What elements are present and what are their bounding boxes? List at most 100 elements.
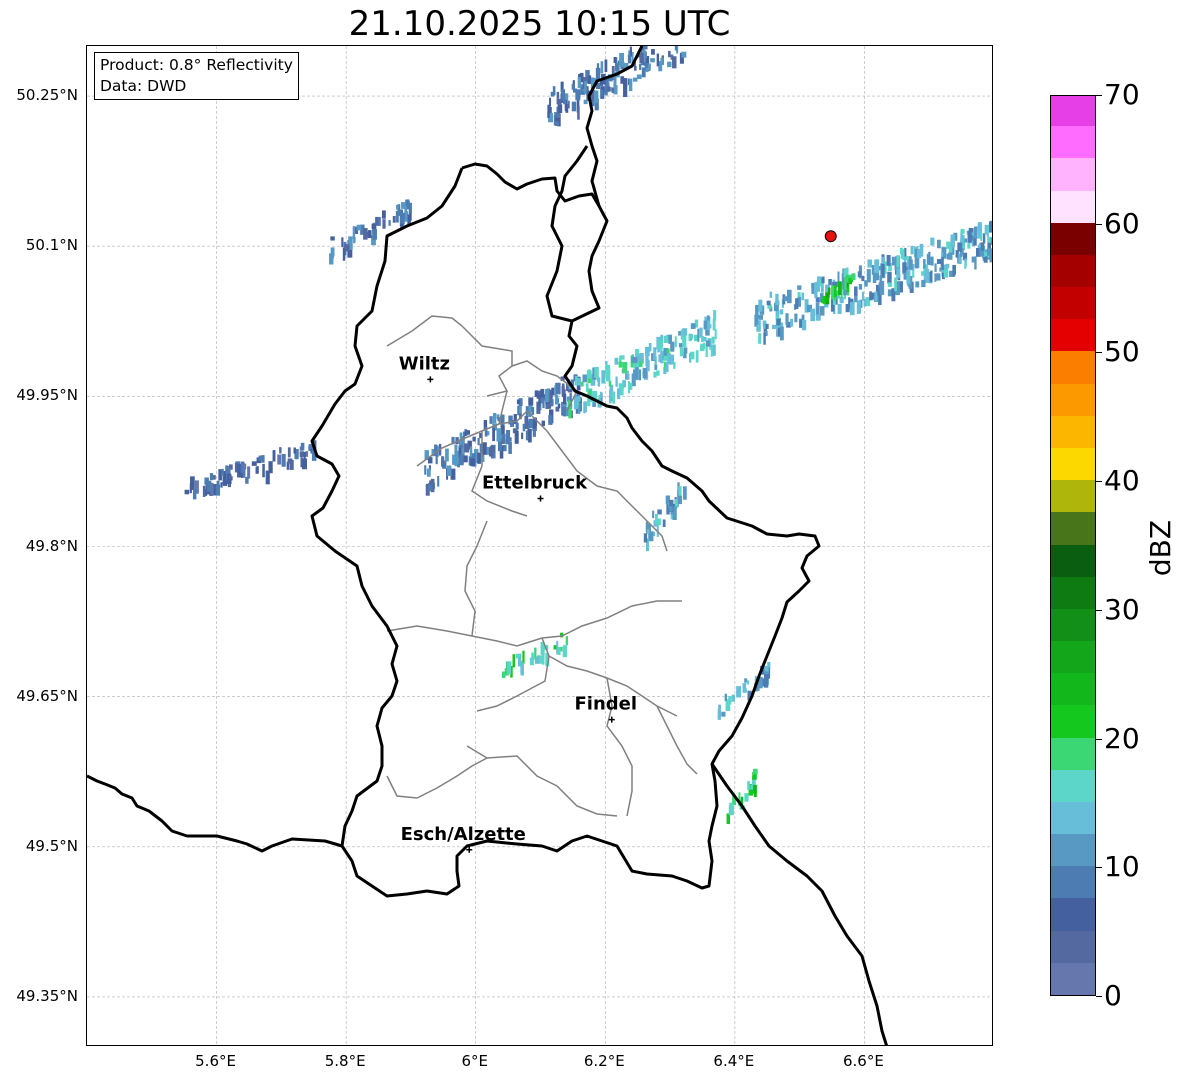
echo-cell (813, 282, 818, 296)
echo-cell (652, 510, 655, 519)
colorbar-segment (1051, 608, 1095, 642)
echo-cell (606, 86, 611, 92)
echo-cell (926, 253, 930, 265)
echo-cell (945, 263, 950, 268)
echo-cell (587, 378, 592, 384)
echo-cell (571, 101, 577, 112)
echo-cell (708, 324, 712, 329)
echo-cell (936, 259, 942, 264)
echo-cell (586, 370, 592, 380)
colorbar-unit-label: dBZ (1144, 519, 1177, 577)
echo-cell (700, 343, 705, 352)
echo-cluster (329, 199, 412, 265)
colorbar-tick-label: 30 (1104, 592, 1140, 626)
echo-cell (247, 466, 251, 479)
colorbar-segment (1051, 801, 1095, 835)
echo-cell (950, 234, 955, 248)
echo-cell (721, 711, 726, 717)
colorbar-segment (1051, 962, 1095, 995)
colorbar-tick (1096, 223, 1102, 225)
echo-cell (815, 302, 820, 316)
echo-cell (801, 292, 805, 301)
city-label: Ettelbruck (482, 472, 588, 493)
echo-cell (277, 454, 282, 465)
echo-cell (718, 705, 722, 717)
echo-cell (563, 99, 567, 105)
radar-site-marker (824, 230, 837, 243)
colorbar-segment (1051, 897, 1095, 931)
echo-cell (674, 336, 677, 348)
echo-cell (682, 328, 688, 336)
echo-cell (456, 450, 459, 462)
echo-cell (647, 529, 650, 534)
colorbar-tick (1096, 738, 1102, 740)
colorbar-tick (1096, 352, 1102, 354)
echo-cell (344, 244, 350, 252)
echo-cell (492, 427, 495, 442)
echo-cell (353, 236, 356, 244)
echo-cell (724, 693, 727, 702)
echo-cell (492, 412, 497, 424)
echo-cell (857, 271, 861, 277)
echo-cell (470, 458, 476, 467)
colorbar-segment (1051, 125, 1095, 159)
echo-cell (643, 46, 648, 50)
echo-cell (930, 237, 935, 246)
echo-cell (948, 252, 953, 260)
echo-cell (540, 397, 545, 404)
canton-boundary (386, 757, 488, 799)
echo-cell (758, 315, 764, 320)
echo-cell (690, 323, 696, 329)
germany-border-north (545, 145, 589, 323)
echo-cell (939, 267, 942, 272)
echo-cell (587, 398, 591, 407)
echo-cell (534, 656, 540, 664)
echo-cell (820, 298, 824, 303)
colorbar-segment (1051, 415, 1095, 448)
echo-cell (660, 351, 664, 364)
echo-cell (845, 304, 850, 313)
echo-cell (184, 489, 190, 495)
echo-cell (633, 66, 637, 71)
echo-cell (667, 61, 672, 68)
echo-cell (910, 245, 914, 255)
echo-cell (695, 350, 699, 363)
radar-map[interactable]: Wiltz Ettelbruck Findel Esch/Alzette (86, 45, 993, 1046)
echo-cell (775, 300, 780, 305)
echo-cell (547, 104, 550, 118)
echo-cell (555, 382, 561, 395)
echo-cell (831, 285, 834, 300)
echo-cell (538, 394, 541, 407)
echo-cell (505, 433, 510, 445)
colorbar-segment (1051, 769, 1095, 802)
echo-cluster (643, 482, 687, 551)
colorbar-tick-label: 0 (1104, 979, 1122, 1012)
echo-cell (262, 463, 265, 478)
echo-cell (287, 447, 291, 458)
echo-cell (464, 443, 470, 453)
echo-cell (472, 436, 476, 442)
echo-cell (921, 279, 926, 288)
echo-cell (202, 485, 206, 497)
echo-cell (399, 209, 404, 224)
echo-cell (682, 486, 687, 500)
echo-cell (258, 455, 264, 461)
echo-cell (837, 271, 840, 282)
echo-cell (515, 653, 521, 659)
echo-cell (776, 318, 781, 326)
canton-boundary (656, 705, 698, 775)
echo-cell (580, 381, 584, 387)
colorbar-segment (1051, 704, 1095, 738)
echo-cell (622, 362, 628, 374)
echo-cell (623, 83, 628, 98)
echo-cell (787, 289, 792, 304)
echo-cell (541, 653, 545, 665)
colorbar-segment (1051, 511, 1095, 545)
echo-cell (980, 232, 983, 241)
echo-cell (681, 51, 687, 58)
lat-tick-label: 49.95°N (16, 386, 78, 405)
colorbar-tick-label: 20 (1104, 721, 1140, 755)
echo-cluster (754, 220, 992, 345)
echo-cell (596, 63, 600, 75)
echo-cell (755, 304, 759, 319)
